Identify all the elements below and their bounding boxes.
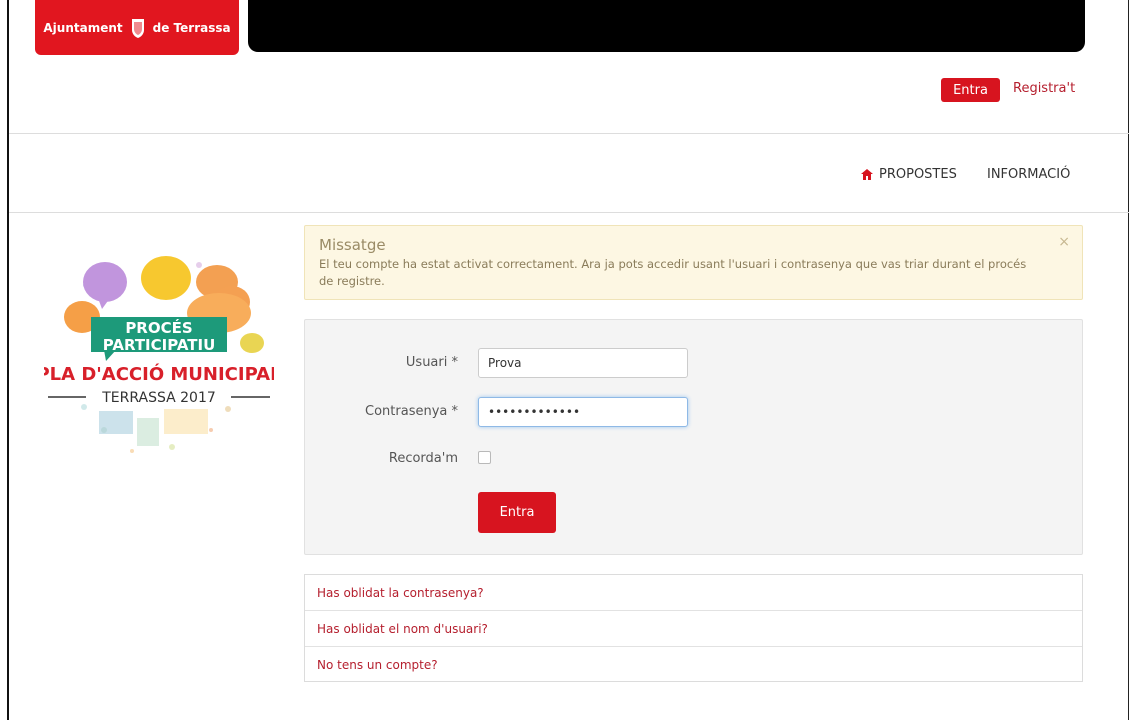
- password-input[interactable]: [478, 397, 688, 427]
- top-black-banner: [248, 0, 1085, 52]
- help-links-list: Has oblidat la contrasenya? Has oblidat …: [304, 574, 1083, 682]
- header-login-button[interactable]: Entra: [941, 78, 1000, 102]
- municipality-name-end: de Terrassa: [152, 20, 231, 35]
- window-left-border: [7, 0, 9, 720]
- nav-informacio[interactable]: INFORMACIÓ: [987, 167, 1070, 182]
- forgot-password-link[interactable]: Has oblidat la contrasenya?: [305, 575, 1082, 611]
- logo-text-participatiu: PARTICIPATIU: [103, 336, 216, 354]
- remember-me-checkbox[interactable]: [478, 451, 491, 464]
- logo-text-pla-daccio-municipal: PLA D'ACCIÓ MUNICIPAL: [44, 363, 274, 385]
- create-account-link[interactable]: No tens un compte?: [305, 647, 1082, 683]
- forgot-username-link[interactable]: Has oblidat el nom d'usuari?: [305, 611, 1082, 647]
- home-icon: [861, 169, 873, 180]
- nav-divider: [9, 212, 1129, 213]
- message-text: El teu compte ha estat activat correctam…: [319, 257, 1027, 288]
- nav-propostes-label: PROPOSTES: [879, 167, 957, 182]
- header-divider: [9, 133, 1129, 134]
- municipality-logo[interactable]: Ajuntament de Terrassa: [35, 0, 239, 55]
- message-title: Missatge: [319, 236, 386, 254]
- nav-propostes[interactable]: PROPOSTES: [861, 167, 957, 182]
- remember-me-label: Recorda'm: [388, 451, 458, 466]
- password-label: Contrasenya *: [365, 404, 458, 419]
- header-register-link[interactable]: Registra't: [1013, 81, 1075, 96]
- activation-message: Missatge El teu compte ha estat activat …: [304, 225, 1083, 300]
- close-message-icon[interactable]: ×: [1058, 234, 1070, 250]
- municipality-name-start: Ajuntament: [43, 20, 123, 35]
- window-right-border: [1128, 0, 1129, 720]
- username-input[interactable]: [478, 348, 688, 378]
- participatory-process-logo: PROCÉS PARTICIPATIU PLA D'ACCIÓ MUNICIPA…: [44, 256, 274, 453]
- logo-text-proces: PROCÉS: [125, 318, 192, 337]
- logo-text-terrassa-2017: TERRASSA 2017: [101, 390, 216, 406]
- username-label: Usuari *: [405, 355, 458, 370]
- coat-of-arms-icon: [131, 18, 144, 38]
- login-submit-button[interactable]: Entra: [478, 492, 556, 533]
